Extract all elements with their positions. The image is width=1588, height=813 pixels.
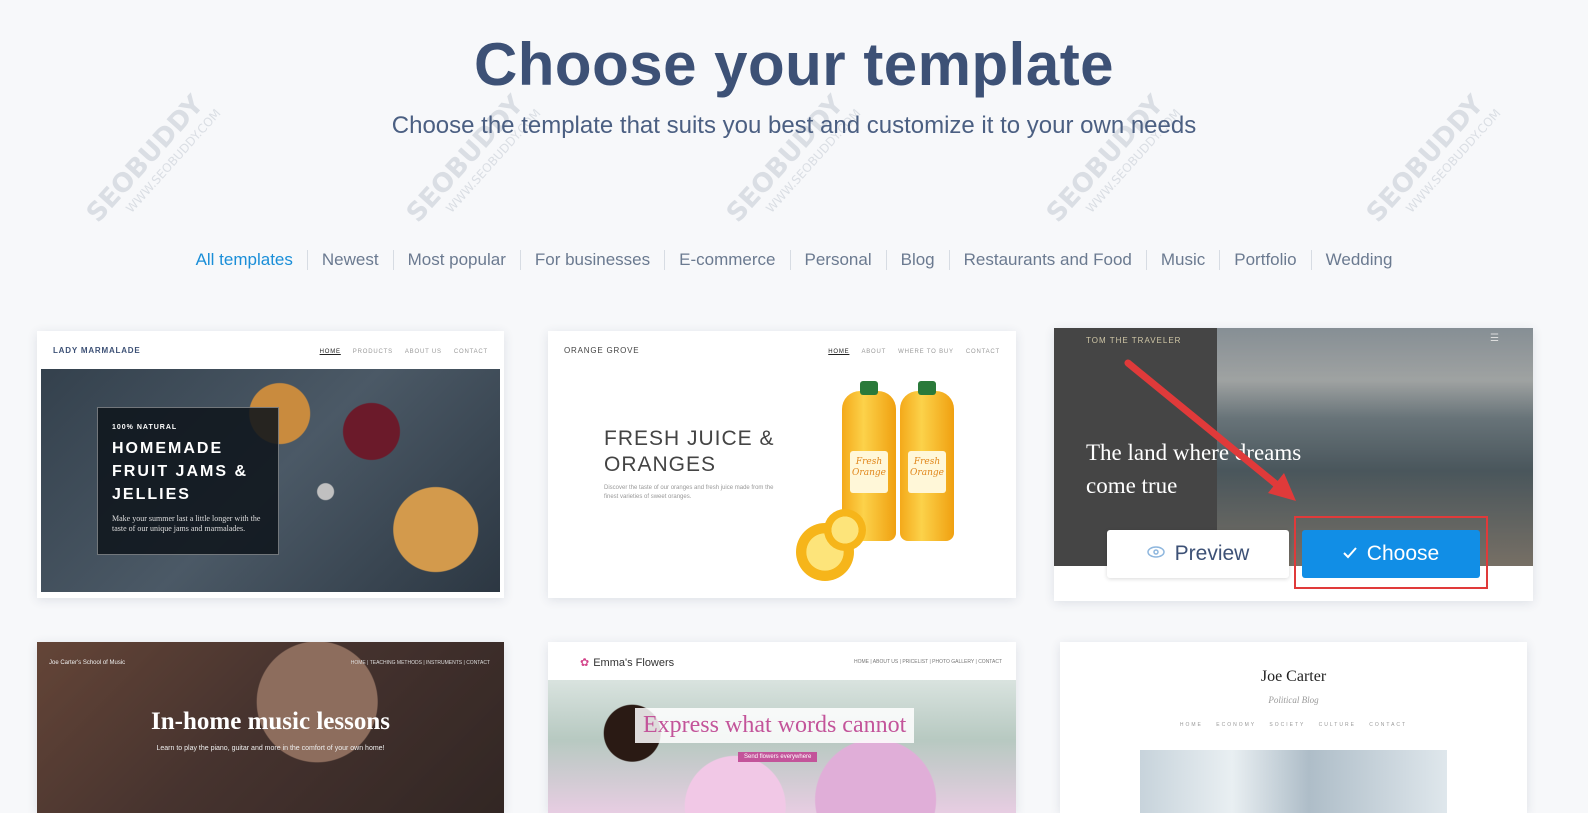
template-kicker: 100% NATURAL bbox=[112, 424, 178, 431]
watermark: SEOBUDDY WWW.SEOBUDDY.COM bbox=[720, 89, 864, 229]
juice-bottle-image: Fresh Orange bbox=[900, 381, 954, 541]
template-mini-header: LADY MARMALADE HOME PRODUCTS ABOUT US CONTA… bbox=[37, 331, 504, 369]
template-card-emmas-flowers[interactable]: ✿ Emma's Flowers HOME | ABOUT US | PRICEL… bbox=[548, 642, 1016, 813]
template-card-joe-carter-blog[interactable]: Joe Carter Political Blog HOME ECONOMY S… bbox=[1060, 642, 1527, 813]
template-logo: ORANGE GROVE bbox=[564, 345, 640, 355]
hamburger-icon: ☰ bbox=[1490, 333, 1499, 344]
filter-portfolio[interactable]: Portfolio bbox=[1219, 250, 1310, 270]
template-logo: LADY MARMALADE bbox=[53, 345, 141, 355]
orange-slice-image bbox=[824, 509, 866, 551]
template-hero-image bbox=[548, 680, 1016, 813]
filter-e-commerce[interactable]: E-commerce bbox=[664, 250, 789, 270]
template-headline: The land where dreams come true bbox=[1086, 440, 1302, 498]
template-logo: Joe Carter bbox=[1260, 668, 1327, 685]
filter-music[interactable]: Music bbox=[1145, 250, 1219, 270]
template-logo: ✿ Emma's Flowers bbox=[580, 657, 675, 669]
choose-button[interactable]: Choose bbox=[1302, 530, 1480, 578]
template-card-lady-marmalade[interactable]: LADY MARMALADE HOME PRODUCTS ABOUT US CONTA… bbox=[37, 331, 504, 598]
template-filter-nav: All templates Newest Most popular For bu… bbox=[0, 250, 1588, 270]
template-blurb: Discover the taste of our oranges and fr… bbox=[604, 485, 774, 500]
template-subheadline: Send flowers everywhere bbox=[738, 752, 818, 762]
template-hero-image bbox=[1140, 750, 1447, 813]
filter-all-templates[interactable]: All templates bbox=[182, 250, 307, 270]
filter-blog[interactable]: Blog bbox=[885, 250, 949, 270]
template-card-tom-the-traveler[interactable]: TOM THE TRAVELER ☰ The land where dreams… bbox=[1054, 328, 1533, 601]
page-title: Choose your template bbox=[473, 31, 1115, 98]
filter-wedding[interactable]: Wedding bbox=[1310, 250, 1407, 270]
watermark: SEOBUDDY WWW.SEOBUDDY.COM bbox=[400, 89, 544, 229]
template-hero-image: 100% NATURAL HOMEMADE FRUIT JAMS & JELLI… bbox=[41, 369, 500, 592]
preview-button[interactable]: Preview bbox=[1107, 530, 1289, 578]
filter-newest[interactable]: Newest bbox=[306, 250, 393, 270]
template-mini-nav: HOME | TEACHING METHODS | INSTRUMENTS | … bbox=[350, 660, 490, 666]
eye-icon bbox=[1146, 545, 1165, 563]
template-mini-nav: HOME PRODUCTS ABOUT US CONTACT bbox=[319, 348, 488, 355]
template-headline: In-home music lessons bbox=[151, 708, 390, 735]
template-mini-header: ORANGE GROVE HOME ABOUT WHERE TO BUY CONTAC… bbox=[548, 331, 1016, 369]
watermark: SEOBUDDY WWW.SEOBUDDY.COM bbox=[1360, 89, 1504, 229]
template-card-orange-grove[interactable]: ORANGE GROVE HOME ABOUT WHERE TO BUY CONTAC… bbox=[548, 331, 1016, 598]
template-logo: TOM THE TRAVELER bbox=[1086, 336, 1182, 345]
template-mini-nav: HOME | ABOUT US | PRICELIST | PHOTO GALL… bbox=[853, 659, 1002, 665]
template-headline: HOMEMADE FRUIT JAMS & JELLIES bbox=[112, 440, 248, 503]
template-headline: Express what words cannot bbox=[635, 708, 915, 743]
template-mini-nav: HOME ECONOMY SOCIETY CULTURE CONTACT bbox=[1179, 722, 1408, 728]
filter-for-businesses[interactable]: For businesses bbox=[519, 250, 664, 270]
filter-personal[interactable]: Personal bbox=[789, 250, 886, 270]
template-hero-image: Joe Carter's School of Music HOME | TEAC… bbox=[37, 642, 504, 813]
preview-button-label: Preview bbox=[1174, 542, 1250, 565]
template-card-music-school[interactable]: Joe Carter's School of Music HOME | TEAC… bbox=[37, 642, 504, 813]
flower-icon: ✿ bbox=[580, 657, 590, 669]
template-logo: Joe Carter's School of Music bbox=[49, 660, 126, 666]
template-hero-overlay: 100% NATURAL HOMEMADE FRUIT JAMS & JELLI… bbox=[97, 407, 279, 555]
page-subtitle: Choose the template that suits you best … bbox=[391, 112, 1197, 139]
watermark: SEOBUDDY WWW.SEOBUDDY.COM bbox=[80, 89, 224, 229]
check-icon bbox=[1343, 544, 1357, 564]
template-mini-nav: HOME ABOUT WHERE TO BUY CONTACT bbox=[828, 348, 1000, 355]
template-blurb: Learn to play the piano, guitar and more… bbox=[156, 745, 385, 752]
template-headline: FRESH JUICE & ORANGES bbox=[604, 427, 775, 476]
filter-most-popular[interactable]: Most popular bbox=[392, 250, 520, 270]
template-subheadline: Political Blog bbox=[1268, 695, 1319, 705]
filter-restaurants-and-food[interactable]: Restaurants and Food bbox=[948, 250, 1146, 270]
watermark: SEOBUDDY WWW.SEOBUDDY.COM bbox=[1040, 89, 1184, 229]
choose-button-label: Choose bbox=[1366, 542, 1440, 565]
template-blurb: Make your summer last a little longer wi… bbox=[112, 514, 261, 533]
